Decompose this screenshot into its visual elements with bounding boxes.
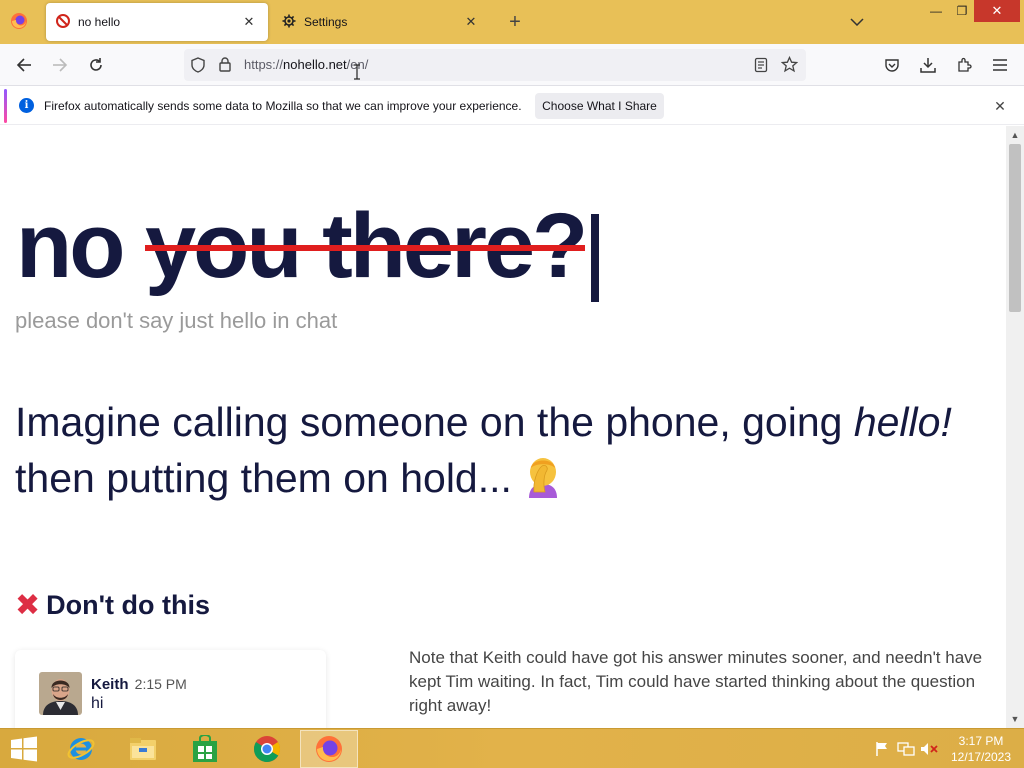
url-text[interactable]: https://nohello.net/en/ xyxy=(244,57,368,72)
tab-label: no hello xyxy=(78,15,121,29)
forward-arrow-icon[interactable] xyxy=(49,54,71,76)
shield-icon[interactable] xyxy=(190,57,206,78)
scroll-down-arrow-icon[interactable]: ▼ xyxy=(1006,710,1024,728)
typing-caret xyxy=(591,214,599,302)
reader-view-icon[interactable] xyxy=(754,57,768,78)
lead-emphasis: hello! xyxy=(853,399,952,445)
extensions-icon[interactable] xyxy=(953,54,975,76)
reload-icon[interactable] xyxy=(85,54,107,76)
chrome-icon[interactable] xyxy=(238,730,296,768)
choose-what-i-share-button[interactable]: Choose What I Share xyxy=(535,93,664,119)
cross-mark-icon: ✖ xyxy=(15,589,41,622)
lead-text: then putting them on hold... xyxy=(15,455,512,501)
no-entry-icon xyxy=(56,13,70,31)
new-tab-button[interactable]: + xyxy=(503,10,527,34)
firefox-taskbar-icon[interactable] xyxy=(300,730,358,768)
file-explorer-icon[interactable] xyxy=(114,730,172,768)
tab-label: Settings xyxy=(304,15,348,29)
close-tab-icon[interactable]: ✕ xyxy=(462,13,480,31)
windows-store-icon[interactable] xyxy=(176,730,234,768)
chat-message-text: hi xyxy=(91,695,104,712)
info-icon: i xyxy=(19,98,34,113)
notification-accent xyxy=(4,89,7,123)
close-icon[interactable]: ✕ xyxy=(991,97,1009,115)
lead-paragraph: Imagine calling someone on the phone, go… xyxy=(15,394,995,506)
url-host: nohello.net xyxy=(283,57,347,72)
navigation-bar: https://nohello.net/en/ xyxy=(0,44,1024,86)
page-subtitle: please don't say just hello in chat xyxy=(15,308,338,333)
restore-button[interactable]: ❐ xyxy=(948,0,976,22)
back-arrow-icon[interactable] xyxy=(13,54,35,76)
hero-prefix: no xyxy=(16,195,125,297)
minimize-button[interactable]: — xyxy=(922,0,950,22)
bookmark-star-icon[interactable] xyxy=(780,55,799,78)
avatar xyxy=(39,672,82,715)
chat-author-name: Keith xyxy=(91,676,129,693)
firefox-menu-icon[interactable] xyxy=(8,10,30,32)
close-tab-icon[interactable]: ✕ xyxy=(240,13,258,31)
windows-taskbar: 3:17 PM 12/17/2023 xyxy=(0,728,1024,768)
gear-icon xyxy=(282,14,296,31)
address-bar[interactable]: https://nohello.net/en/ xyxy=(184,49,806,81)
hero-struck-text: you there? xyxy=(144,195,588,297)
system-clock[interactable]: 3:17 PM 12/17/2023 xyxy=(942,733,1020,765)
hamburger-menu-icon[interactable] xyxy=(989,54,1011,76)
chat-message-card: Keith 2:15 PM hi xyxy=(15,650,326,728)
clock-time: 3:17 PM xyxy=(958,734,1004,748)
facepalm-emoji-icon xyxy=(523,454,563,498)
chat-author: Keith 2:15 PM xyxy=(91,676,187,693)
explanation-paragraph: Note that Keith could have got his answe… xyxy=(409,648,983,715)
network-icon[interactable] xyxy=(897,741,915,757)
lock-icon[interactable] xyxy=(218,56,232,77)
page-content: no you there? please don't say just hell… xyxy=(0,126,1006,728)
scrollbar-thumb[interactable] xyxy=(1009,144,1021,312)
section-heading: ✖ Don't do this xyxy=(15,588,210,623)
page-title: no you there? xyxy=(16,200,588,292)
tab-settings[interactable]: Settings ✕ xyxy=(272,3,490,41)
windows-start-icon[interactable] xyxy=(8,735,40,763)
vertical-scrollbar[interactable]: ▲ ▼ xyxy=(1006,126,1024,728)
notification-text: Firefox automatically sends some data to… xyxy=(44,99,522,113)
download-icon[interactable] xyxy=(917,54,939,76)
data-collection-notification: i Firefox automatically sends some data … xyxy=(0,87,1024,125)
clock-date: 12/17/2023 xyxy=(950,750,1012,764)
text-cursor-icon xyxy=(353,64,360,80)
chat-timestamp: 2:15 PM xyxy=(134,676,187,692)
url-scheme: https:// xyxy=(244,57,284,72)
tab-bar: no hello ✕ Settings ✕ + — ❐ ✕ xyxy=(0,0,1024,44)
close-window-button[interactable]: ✕ xyxy=(974,0,1020,22)
action-center-flag-icon[interactable] xyxy=(873,741,891,757)
speaker-muted-icon[interactable] xyxy=(920,741,938,757)
tab-no-hello[interactable]: no hello ✕ xyxy=(46,3,268,41)
chevron-down-icon[interactable] xyxy=(846,12,868,32)
pocket-icon[interactable] xyxy=(881,54,903,76)
section-heading-text: Don't do this xyxy=(46,590,211,620)
scroll-up-arrow-icon[interactable]: ▲ xyxy=(1006,126,1024,144)
internet-explorer-icon[interactable] xyxy=(52,730,110,768)
lead-text: Imagine calling someone on the phone, go… xyxy=(15,399,854,445)
